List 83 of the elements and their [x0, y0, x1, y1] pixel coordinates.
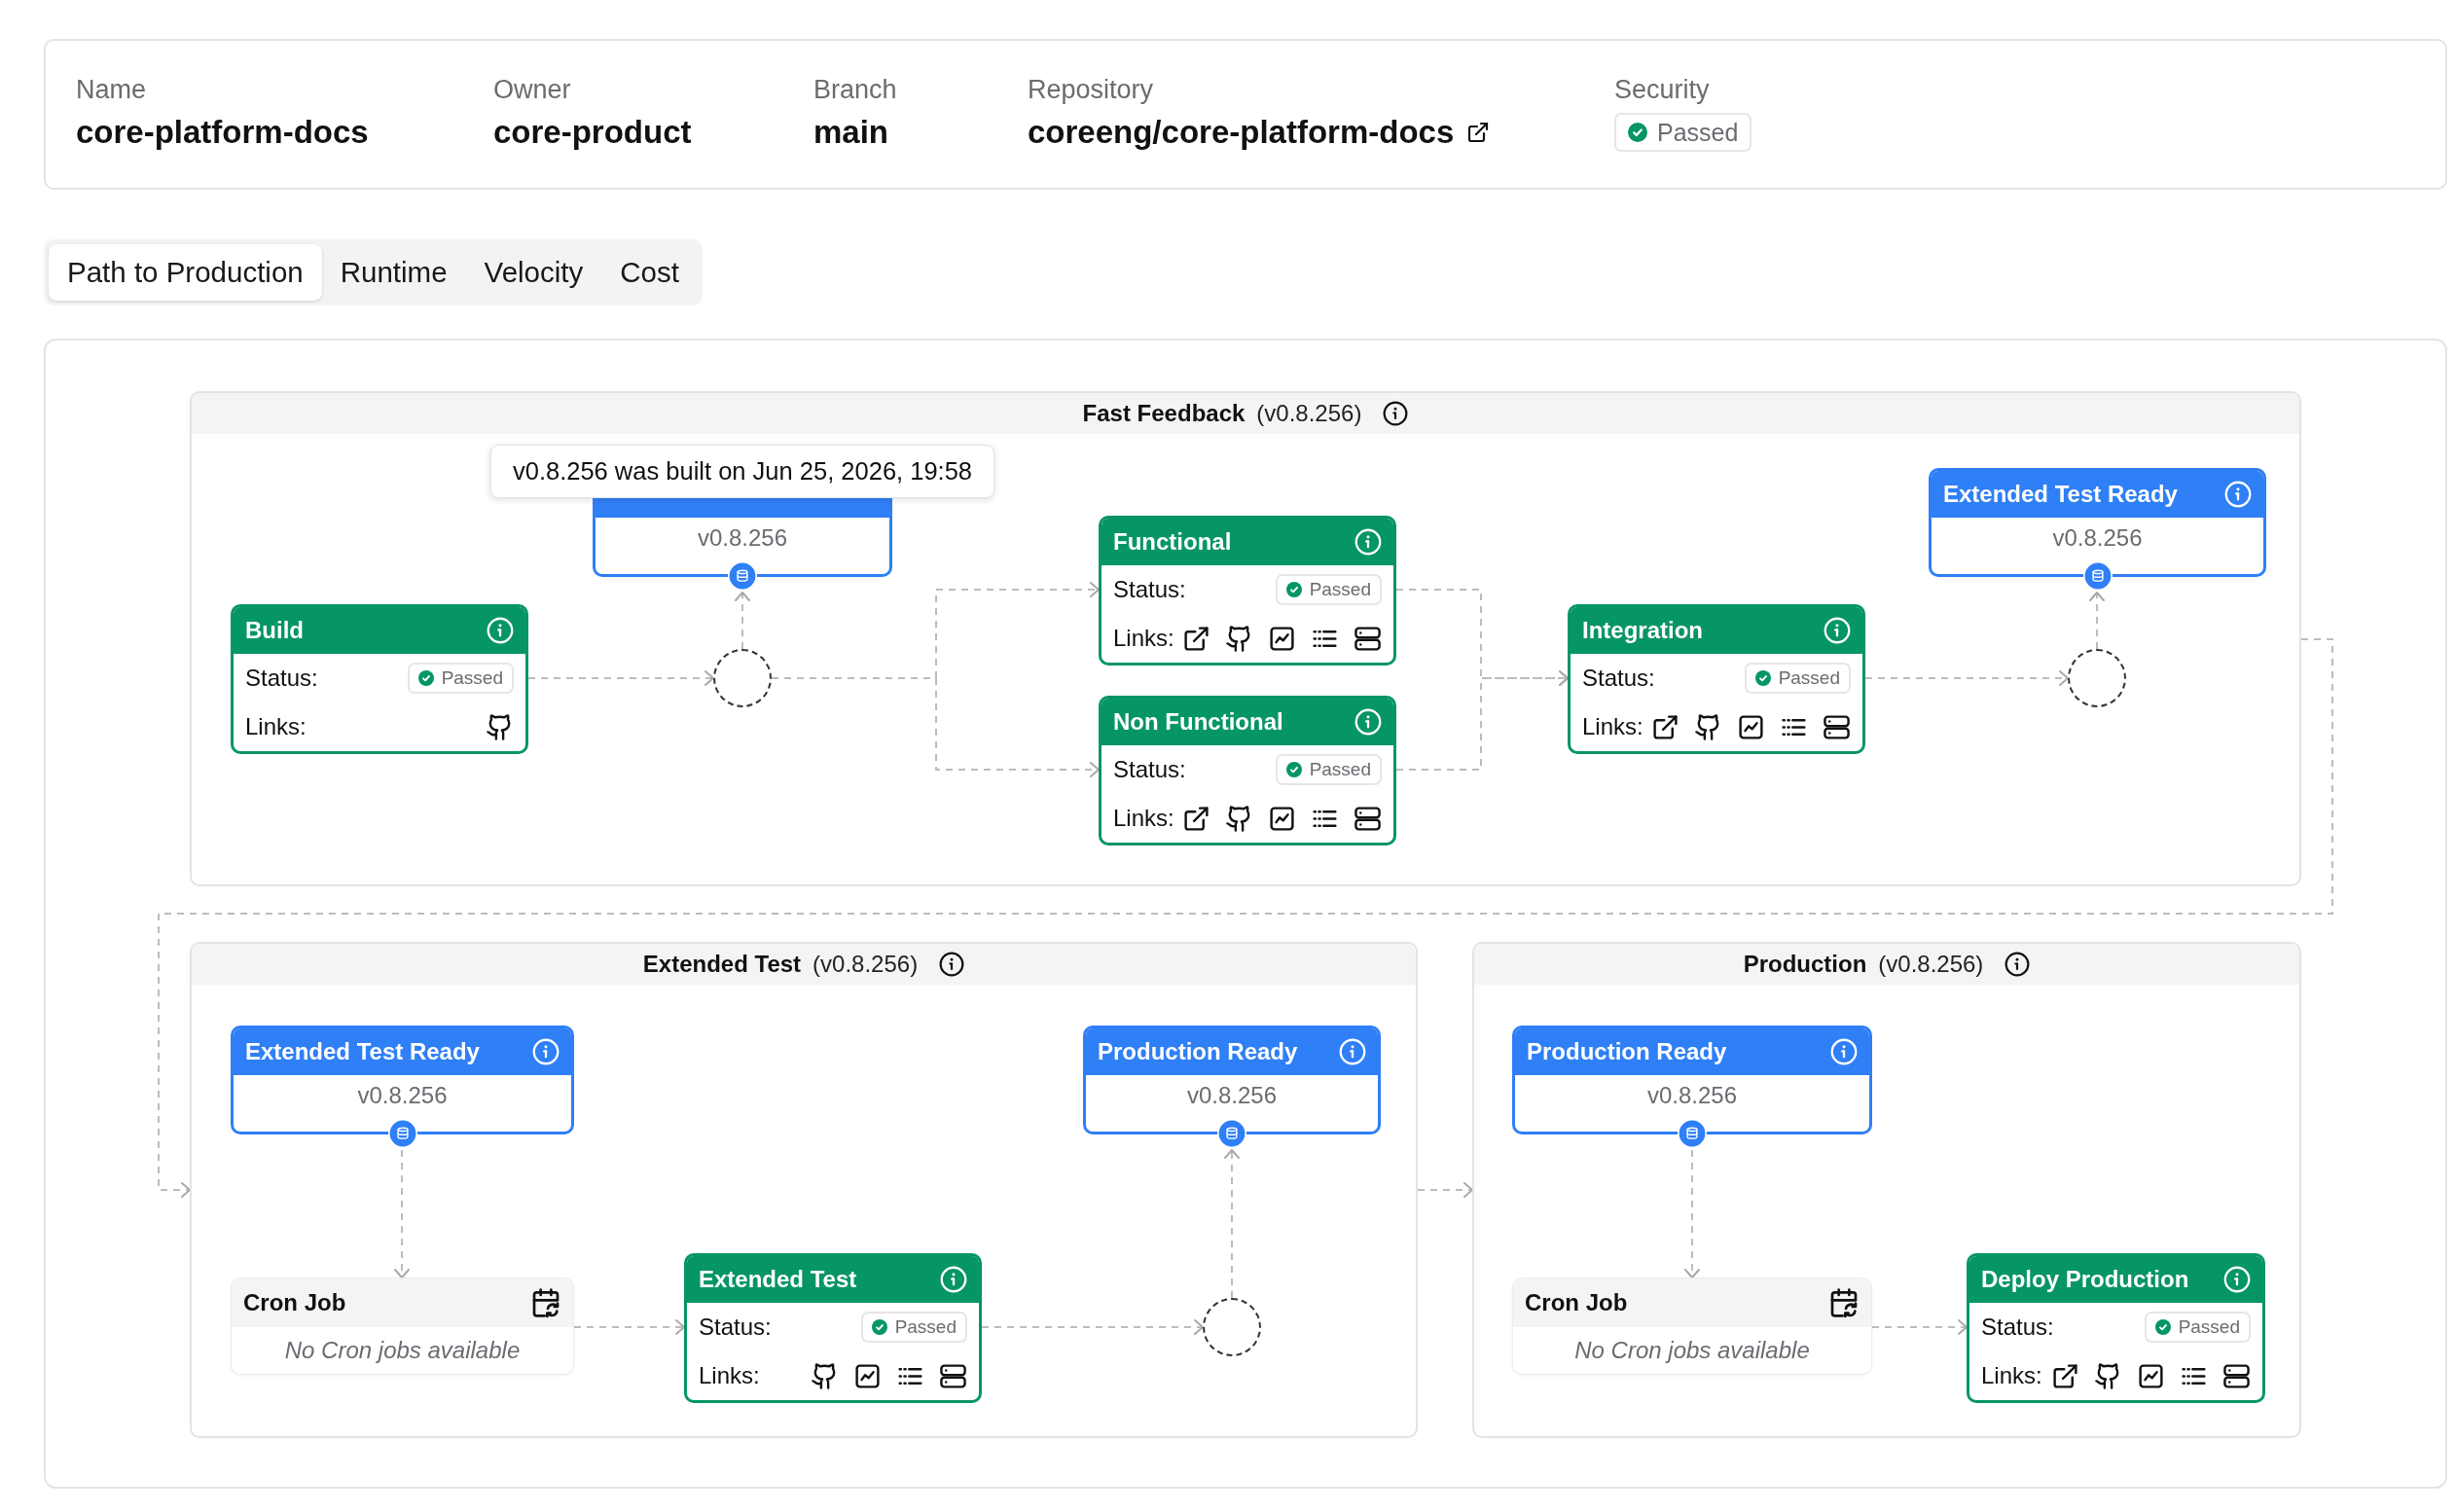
calendar-icon[interactable] — [530, 1287, 561, 1318]
stage-version: (v0.8.256) — [1878, 951, 1984, 978]
gate-title: Extended Test Ready — [245, 1038, 480, 1065]
version-text: v0.8.256 — [1646, 1081, 1738, 1110]
line-chart-icon[interactable] — [853, 1361, 882, 1390]
status-label: Status: — [1981, 1314, 2054, 1341]
status-label: Status: — [699, 1314, 772, 1341]
status-text: Passed — [2178, 1316, 2240, 1338]
database-icon[interactable] — [728, 561, 757, 591]
tab[interactable]: Cost — [601, 244, 698, 301]
line-chart-icon[interactable] — [1268, 624, 1296, 653]
database-icon[interactable] — [387, 1119, 417, 1148]
server-icon[interactable] — [2222, 1361, 2251, 1390]
status-text: Passed — [894, 1316, 957, 1338]
tab[interactable]: Velocity — [465, 244, 602, 301]
database-icon[interactable] — [1678, 1119, 1707, 1148]
stage-title: Extended Test — [642, 951, 802, 978]
status-text: Passed — [1309, 759, 1371, 780]
status-label: Status: — [1113, 756, 1186, 783]
step-title: Integration — [1582, 617, 1703, 644]
line-chart-icon[interactable] — [1268, 804, 1296, 833]
status-label: Status: — [1113, 576, 1186, 603]
field-value: core-product — [493, 113, 692, 152]
line-chart-icon[interactable] — [1737, 712, 1765, 741]
links-label: Links: — [699, 1362, 760, 1389]
field-value: main — [813, 113, 889, 152]
status-text: Passed — [1778, 667, 1840, 689]
links-label: Links: — [245, 713, 307, 740]
database-icon[interactable] — [2082, 561, 2113, 591]
step-title: Extended Test — [699, 1266, 857, 1293]
links-label: Links: — [1582, 713, 1643, 740]
info-icon[interactable] — [939, 952, 965, 977]
version-text: v0.8.256 — [1186, 1081, 1278, 1110]
gate-title: Extended Test Ready — [1943, 481, 2178, 508]
calendar-icon[interactable] — [1828, 1287, 1860, 1318]
external-link-icon[interactable] — [1651, 712, 1679, 741]
step-title: Build — [245, 617, 304, 644]
gate-title: Production Ready — [1527, 1038, 1727, 1065]
field-label: Branch — [813, 74, 897, 105]
stage-title: Fast Feedback — [1082, 400, 1246, 427]
cron-message: No Cron jobs available — [1574, 1337, 1810, 1364]
server-icon[interactable] — [1823, 712, 1851, 741]
field-label: Security — [1614, 74, 1710, 105]
external-link-icon[interactable] — [2051, 1361, 2079, 1390]
step-title: Functional — [1113, 528, 1232, 556]
version-text: v0.8.256 — [357, 1081, 448, 1110]
tab[interactable]: Path to Production — [49, 244, 322, 301]
status-text: Passed — [441, 667, 503, 689]
build-tooltip: v0.8.256 was built on Jun 25, 2026, 19:58 — [489, 445, 995, 498]
status-label: Status: — [1582, 665, 1655, 692]
stage-title: Production — [1743, 951, 1867, 978]
status-text: Passed — [1309, 579, 1371, 600]
server-icon[interactable] — [1354, 624, 1382, 653]
links-label: Links: — [1981, 1362, 2042, 1389]
tab[interactable]: Runtime — [321, 244, 466, 301]
stage-version: (v0.8.256) — [1256, 400, 1362, 427]
links-label: Links: — [1113, 625, 1174, 652]
step-title: Deploy Production — [1981, 1266, 2189, 1293]
line-chart-icon[interactable] — [2137, 1361, 2165, 1390]
field-value: core-platform-docs — [76, 113, 369, 152]
version-text: v0.8.256 — [697, 523, 788, 553]
external-link-icon[interactable] — [1182, 624, 1210, 653]
field-label: Name — [76, 74, 147, 105]
gate-title: Production Ready — [1098, 1038, 1298, 1065]
cron-message: No Cron jobs available — [284, 1337, 521, 1364]
database-icon[interactable] — [1217, 1119, 1246, 1148]
info-icon[interactable] — [1383, 401, 1409, 426]
step-title: Non Functional — [1113, 708, 1283, 736]
external-link-icon — [1466, 121, 1491, 144]
cron-title: Cron Job — [243, 1289, 346, 1316]
field-label: Repository — [1028, 74, 1154, 105]
info-icon[interactable] — [2005, 952, 2031, 977]
cron-title: Cron Job — [1525, 1289, 1628, 1316]
repository-link[interactable]: coreeng/core-platform-docs — [1028, 113, 1491, 152]
server-icon[interactable] — [1354, 804, 1382, 833]
version-text: v0.8.256 — [2052, 523, 2143, 553]
stage-version: (v0.8.256) — [813, 951, 919, 978]
links-label: Links: — [1113, 805, 1174, 832]
status-text: Passed — [1657, 118, 1739, 147]
field-label: Owner — [493, 74, 571, 105]
external-link-icon[interactable] — [1182, 804, 1210, 833]
status-label: Status: — [245, 665, 318, 692]
server-icon[interactable] — [939, 1361, 967, 1390]
